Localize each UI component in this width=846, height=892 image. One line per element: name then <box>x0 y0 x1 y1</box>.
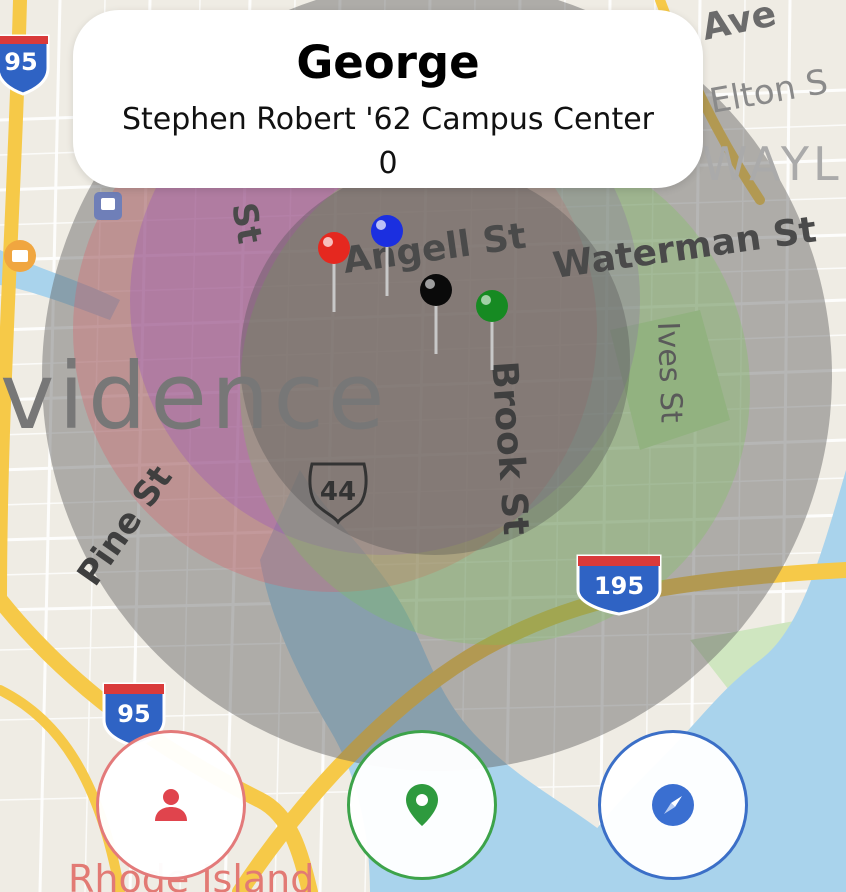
label-wayl: WAYL <box>702 137 843 191</box>
compass-icon <box>652 784 694 826</box>
shield-i95-top: 95 <box>0 34 50 96</box>
location-button[interactable] <box>347 730 497 880</box>
train-station-icon <box>94 192 122 220</box>
person-name: George <box>296 36 480 89</box>
label-vidence: vidence <box>0 343 389 450</box>
label-ives: Ives St <box>650 321 689 423</box>
user-icon <box>155 789 187 821</box>
svg-text:44: 44 <box>320 477 356 507</box>
label-st-left: St <box>223 200 269 247</box>
svg-text:95: 95 <box>4 48 37 76</box>
svg-text:195: 195 <box>594 572 644 600</box>
user-button[interactable] <box>96 730 246 880</box>
map-pin-icon <box>406 784 438 826</box>
count-value: 0 <box>378 146 398 181</box>
compass-button[interactable] <box>598 730 748 880</box>
shopping-icon <box>4 240 36 272</box>
location-info-card: George Stephen Robert '62 Campus Center … <box>73 10 703 188</box>
svg-text:95: 95 <box>117 700 150 728</box>
place-name: Stephen Robert '62 Campus Center <box>121 102 655 137</box>
shield-i195: 195 <box>576 554 662 616</box>
